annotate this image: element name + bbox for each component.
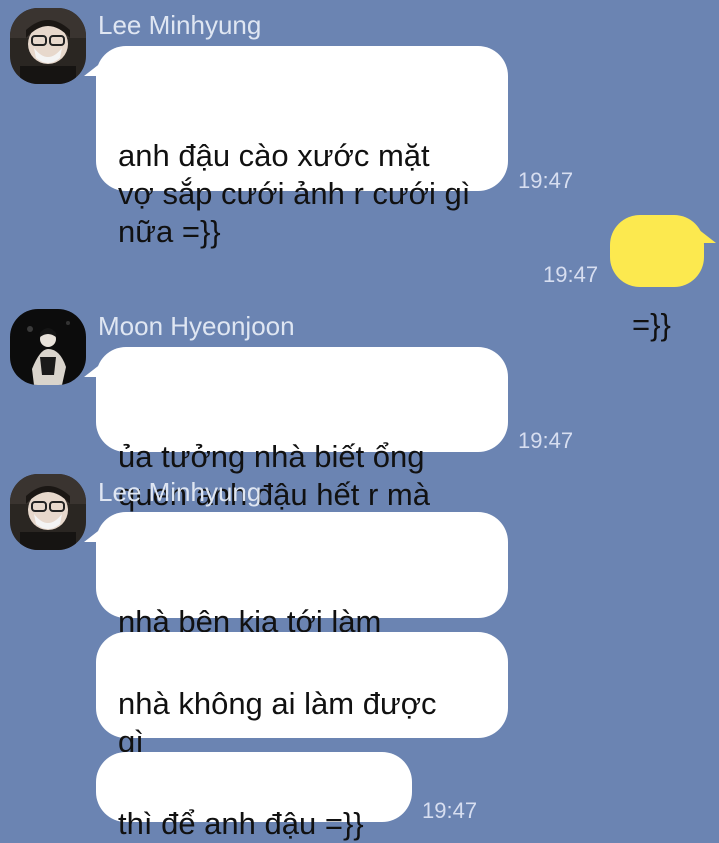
message-text: thì để anh đậu =}} [118, 806, 364, 841]
bubble-tail [84, 62, 102, 76]
avatar-moon-hyeonjoon-icon[interactable] [10, 309, 86, 385]
message-bubble[interactable]: anh đậu cào xước mặt vợ sắp cưới ảnh r c… [84, 46, 508, 249]
avatar-lee-minhyung-icon[interactable] [10, 474, 86, 550]
avatar-lee-minhyung-icon[interactable] [10, 8, 86, 84]
message-text: =}} [632, 307, 671, 342]
message-text: nhà không ai làm được gì [118, 686, 437, 759]
sender-name: Lee Minhyung [98, 477, 262, 507]
message-bubble[interactable]: ủa tưởng nhà biết ổng quen anh đậu hết r… [84, 347, 508, 512]
message-bubble[interactable]: nhà bên kia tới làm khùng làm điên thôi [84, 512, 508, 677]
message-timestamp: 19:47 [422, 798, 478, 823]
sender-name: Moon Hyeonjoon [98, 311, 295, 341]
message-bubble[interactable]: nhà không ai làm được gì [96, 632, 508, 759]
message-text: anh đậu cào xước mặt vợ sắp cưới ảnh r c… [118, 138, 471, 249]
message-bubble[interactable]: thì để anh đậu =}} [96, 752, 412, 841]
message-timestamp: 19:47 [518, 428, 574, 453]
bubble-tail [84, 528, 102, 542]
bubble-tail [698, 229, 716, 243]
message-timestamp: 19:47 [518, 168, 574, 193]
sender-name: Lee Minhyung [98, 10, 262, 40]
my-message-bubble[interactable]: =}} [610, 215, 716, 342]
message-timestamp: 19:47 [543, 262, 599, 287]
bubble-tail [84, 363, 102, 377]
